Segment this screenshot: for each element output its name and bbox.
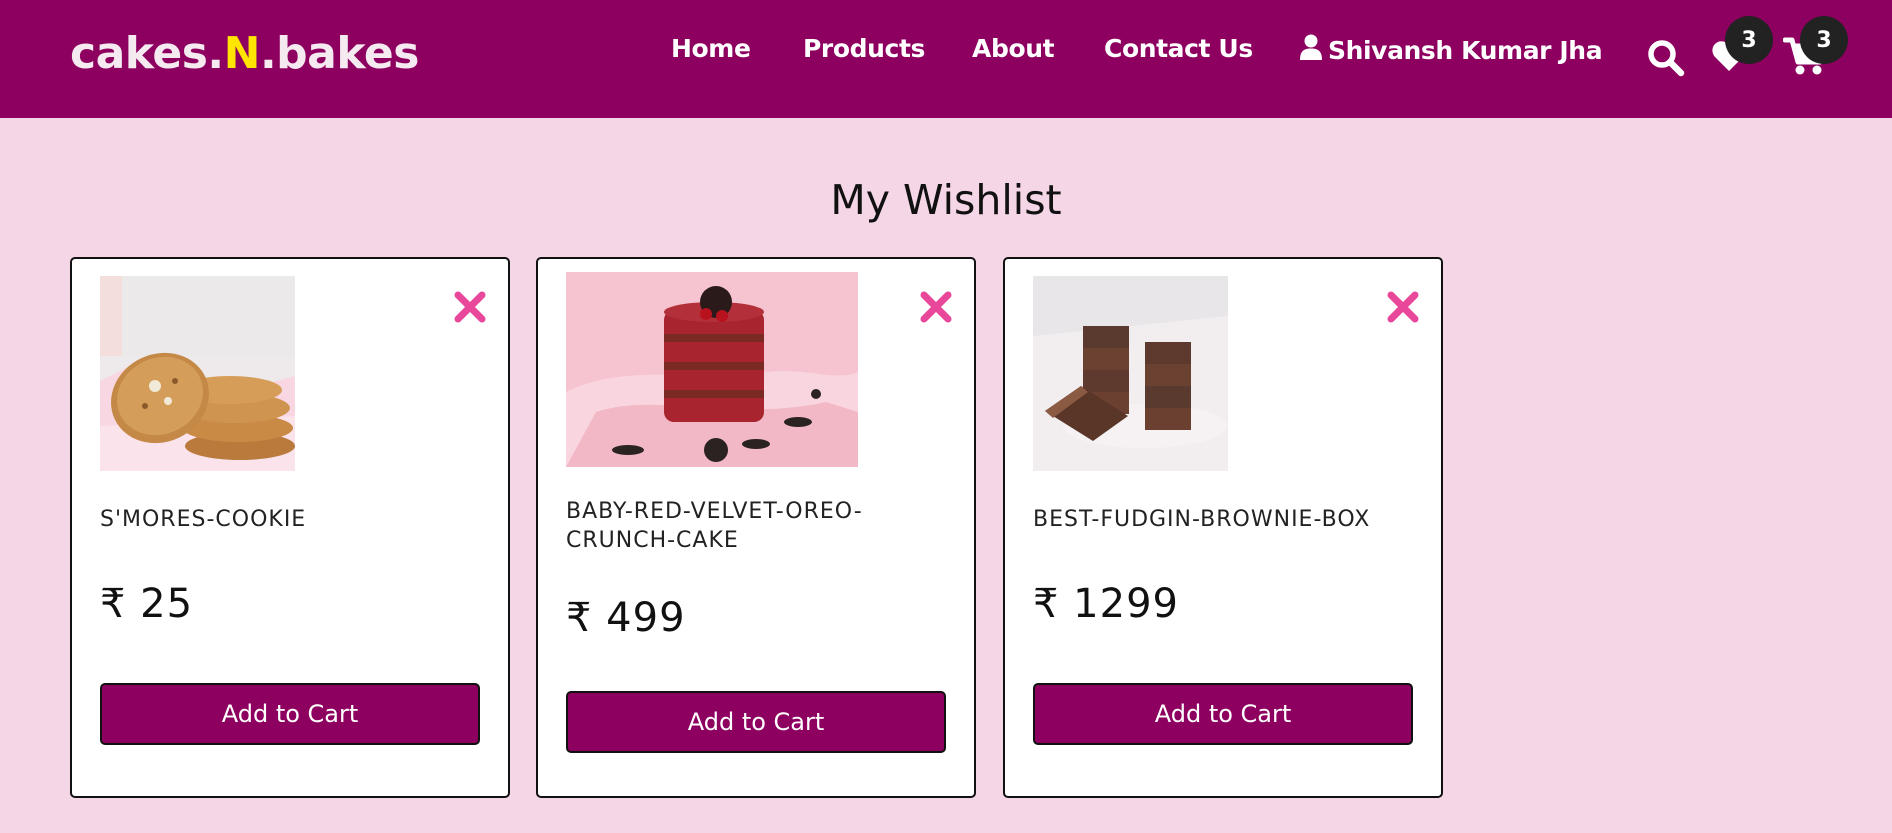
product-price: ₹ 25 bbox=[100, 581, 194, 627]
product-name: S'MORES-COOKIE bbox=[100, 507, 307, 532]
navbar: cakes.N.bakes Home Products About Contac… bbox=[0, 0, 1892, 118]
nav-about-link[interactable]: About bbox=[972, 34, 1055, 63]
product-image bbox=[100, 276, 295, 471]
nav-products-link[interactable]: Products bbox=[803, 34, 925, 63]
wishlist-card: S'MORES-COOKIE ₹ 25 Add to Cart bbox=[70, 257, 510, 798]
user-icon bbox=[1300, 34, 1322, 66]
page-title: My Wishlist bbox=[830, 176, 1062, 224]
add-to-cart-button[interactable]: Add to Cart bbox=[100, 683, 480, 745]
user-name: Shivansh Kumar Jha bbox=[1328, 35, 1603, 65]
brand-logo[interactable]: cakes.N.bakes bbox=[70, 28, 419, 79]
product-price: ₹ 499 bbox=[566, 595, 686, 641]
wishlist-card: BABY-RED-VELVET-OREO-CRUNCH-CAKE ₹ 499 A… bbox=[536, 257, 976, 798]
remove-close-icon[interactable] bbox=[1385, 289, 1421, 325]
wishlist-card: BEST-FUDGIN-BROWNIE-BOX ₹ 1299 Add to Ca… bbox=[1003, 257, 1443, 798]
nav-home-link[interactable]: Home bbox=[671, 34, 751, 63]
brand-part-2: .bakes bbox=[259, 28, 420, 79]
add-to-cart-button[interactable]: Add to Cart bbox=[566, 691, 946, 753]
product-image bbox=[1033, 276, 1228, 471]
product-name: BABY-RED-VELVET-OREO-CRUNCH-CAKE bbox=[566, 499, 863, 553]
search-icon[interactable] bbox=[1646, 38, 1686, 82]
add-to-cart-button[interactable]: Add to Cart bbox=[1033, 683, 1413, 745]
product-image bbox=[566, 272, 858, 467]
product-name: BEST-FUDGIN-BROWNIE-BOX bbox=[1033, 507, 1371, 532]
product-price: ₹ 1299 bbox=[1033, 581, 1179, 627]
remove-close-icon[interactable] bbox=[918, 289, 954, 325]
brand-part-1: cakes. bbox=[70, 28, 224, 79]
remove-close-icon[interactable] bbox=[452, 289, 488, 325]
brand-accent: N bbox=[223, 28, 261, 79]
cart-count-badge: 3 bbox=[1800, 16, 1848, 64]
user-account-link[interactable]: Shivansh Kumar Jha bbox=[1300, 34, 1603, 66]
wishlist-count-badge: 3 bbox=[1725, 16, 1773, 64]
nav-contact-link[interactable]: Contact Us bbox=[1104, 34, 1253, 63]
